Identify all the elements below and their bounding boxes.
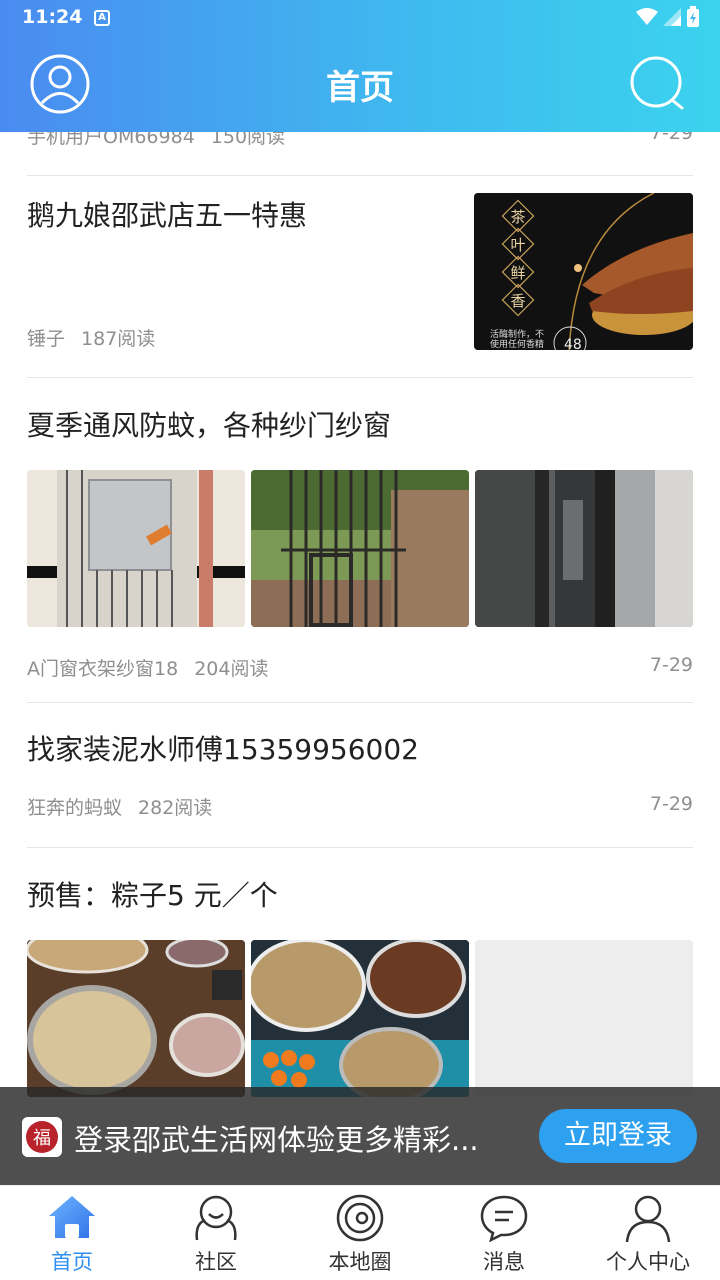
tab-label: 消息 bbox=[483, 1250, 525, 1274]
signal-icon bbox=[662, 8, 681, 26]
item-reads: 282阅读 bbox=[138, 797, 213, 819]
divider bbox=[27, 702, 693, 703]
status-time: 11:24 bbox=[22, 6, 83, 28]
fu-logo-icon: 福 bbox=[22, 1117, 62, 1157]
item-title: 夏季通风防蚊，各种纱门纱窗 bbox=[27, 409, 392, 442]
page-title: 首页 bbox=[326, 68, 394, 108]
item-thumbnail[interactable] bbox=[251, 940, 469, 1097]
item-meta: A门窗衣架纱窗18 204阅读 bbox=[27, 654, 268, 681]
community-icon bbox=[195, 1195, 237, 1241]
login-button[interactable]: 立即登录 bbox=[539, 1109, 697, 1163]
item-thumbnail[interactable] bbox=[27, 940, 245, 1097]
svg-text:福: 福 bbox=[33, 1128, 51, 1149]
item-title: 预售：粽子5 元／个 bbox=[27, 879, 278, 912]
tab-community[interactable]: 社区 bbox=[144, 1186, 288, 1280]
iron-gate-image bbox=[251, 470, 469, 627]
thumb-price: 48 bbox=[564, 337, 582, 350]
item-date: 7-29 bbox=[649, 654, 693, 676]
thumb-char: 鲜 bbox=[510, 264, 525, 282]
item-meta: 锤子 187阅读 bbox=[27, 324, 155, 351]
item-reads: 187阅读 bbox=[81, 328, 156, 350]
item-thumbnail-placeholder[interactable] bbox=[475, 940, 693, 1097]
app-header: 11:24 A 首页 bbox=[0, 0, 720, 132]
search-button[interactable] bbox=[628, 54, 688, 114]
tab-label: 本地圈 bbox=[328, 1250, 392, 1274]
item-reads: 150阅读 bbox=[210, 132, 286, 148]
screen-window-image bbox=[475, 470, 693, 627]
profile-icon bbox=[625, 1195, 671, 1243]
list-item[interactable]: 找家装泥水师傅15359956002 狂奔的蚂蚁 282阅读 7-29 bbox=[27, 732, 693, 832]
item-thumbnail[interactable] bbox=[251, 470, 469, 627]
item-reads: 204阅读 bbox=[194, 658, 269, 680]
notification-a-icon: A bbox=[94, 10, 110, 26]
thumb-char: 叶 bbox=[510, 236, 525, 254]
item-thumbnail[interactable]: 茶 叶 鲜 香 活酶制作，不 使用任何香精 48 bbox=[474, 193, 693, 350]
thumb-caption: 使用任何香精 bbox=[490, 338, 544, 350]
rice-bowls-image bbox=[27, 940, 245, 1097]
search-icon bbox=[630, 56, 684, 110]
tab-home[interactable]: 首页 bbox=[0, 1186, 144, 1280]
tab-label: 个人中心 bbox=[606, 1250, 690, 1274]
screen-door-image bbox=[27, 470, 245, 627]
item-title: 鹅九娘邵武店五一特惠 bbox=[27, 199, 308, 232]
bottom-tab-bar: 首页 社区 本地圈 消息 个人中心 bbox=[0, 1185, 720, 1280]
tab-profile[interactable]: 个人中心 bbox=[576, 1186, 720, 1280]
home-icon bbox=[49, 1196, 95, 1238]
tab-label: 社区 bbox=[195, 1250, 237, 1274]
thumb-char: 香 bbox=[510, 292, 525, 310]
list-item[interactable]: 鹅九娘邵武店五一特惠 锤子 187阅读 茶 叶 鲜 香 活酶制作，不 使用任何香… bbox=[27, 193, 693, 351]
zongzi-ingredients-image bbox=[251, 940, 469, 1097]
login-banner[interactable]: 福 登录邵武生活网体验更多精彩... 立即登录 bbox=[0, 1087, 720, 1185]
local-circle-icon bbox=[336, 1194, 384, 1242]
tab-messages[interactable]: 消息 bbox=[432, 1186, 576, 1280]
status-icons bbox=[635, 6, 700, 30]
item-thumbnail[interactable] bbox=[27, 470, 245, 627]
divider bbox=[27, 377, 693, 378]
item-author: 锤子 bbox=[27, 328, 66, 350]
login-prompt: 登录邵武生活网体验更多精彩... bbox=[74, 1123, 479, 1157]
thumb-caption: 活酶制作，不 bbox=[490, 328, 544, 340]
message-icon bbox=[480, 1195, 528, 1242]
tab-label: 首页 bbox=[51, 1250, 93, 1274]
item-thumbnail[interactable] bbox=[475, 470, 693, 627]
tab-local-circle[interactable]: 本地圈 bbox=[288, 1186, 432, 1280]
item-author: 狂奔的蚂蚁 bbox=[27, 797, 123, 819]
app-logo: 福 bbox=[22, 1117, 62, 1157]
list-item[interactable]: 手机用户OM66984 150阅读 7-29 bbox=[27, 132, 693, 148]
item-author: 手机用户OM66984 150阅读 bbox=[27, 132, 285, 148]
news-feed[interactable]: 手机用户OM66984 150阅读 7-29 鹅九娘邵武店五一特惠 锤子 187阅读 bbox=[0, 132, 720, 1184]
item-meta: 狂奔的蚂蚁 282阅读 bbox=[27, 793, 212, 820]
item-date: 7-29 bbox=[649, 793, 693, 815]
status-bar: 11:24 A bbox=[0, 0, 720, 36]
divider bbox=[27, 175, 693, 176]
battery-icon bbox=[687, 6, 699, 27]
divider bbox=[27, 847, 693, 848]
thumb-char: 茶 bbox=[510, 208, 525, 226]
wifi-icon bbox=[635, 8, 658, 25]
item-date: 7-29 bbox=[649, 132, 693, 144]
list-item[interactable]: 夏季通风防蚊，各种纱门纱窗 A门窗衣架纱窗18 204阅读 7-29 bbox=[27, 408, 693, 680]
item-title: 找家装泥水师傅15359956002 bbox=[27, 733, 419, 766]
item-author: A门窗衣架纱窗18 bbox=[27, 658, 179, 680]
tea-duck-image: 茶 叶 鲜 香 活酶制作，不 使用任何香精 48 bbox=[474, 193, 693, 350]
